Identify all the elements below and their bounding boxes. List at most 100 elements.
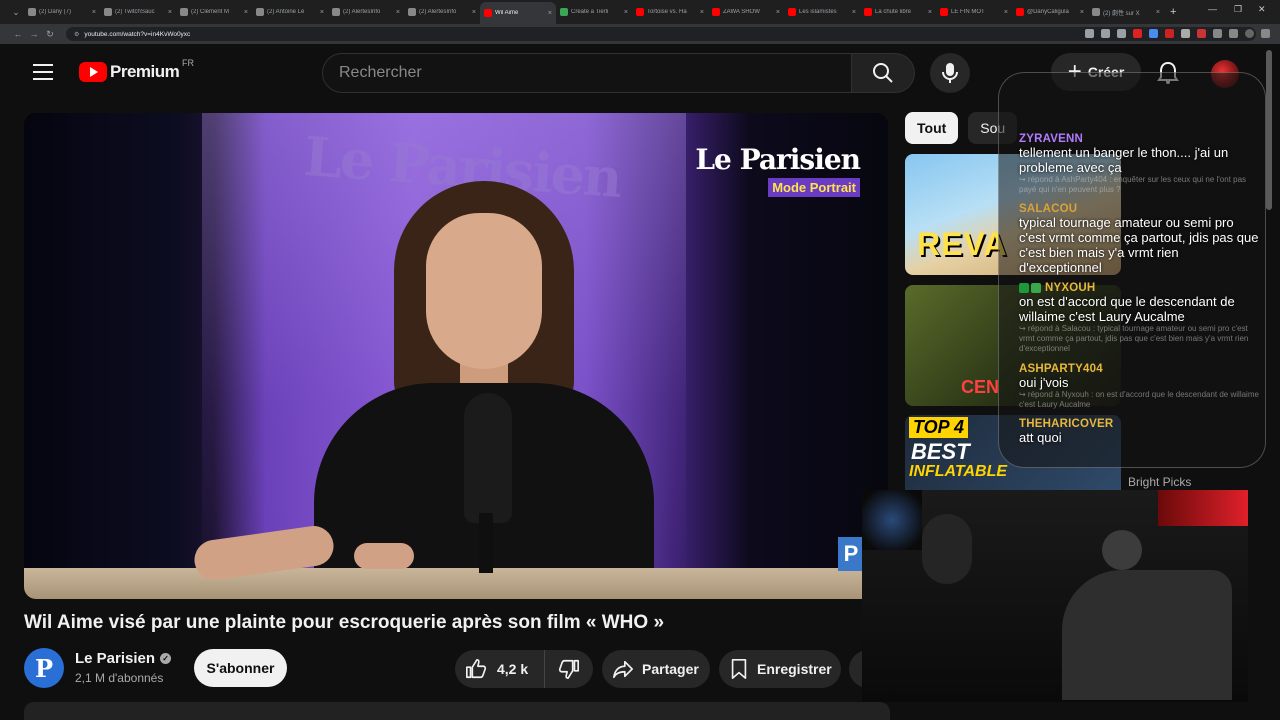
- extension-shield-icon[interactable]: [1181, 29, 1190, 38]
- tab-title: (2) 劇性 sur X: [1103, 10, 1140, 17]
- tab-close-icon[interactable]: ×: [168, 9, 172, 16]
- tab-title: (2) Clément M: [191, 9, 230, 15]
- browser-tab[interactable]: (2) TwitchSauc ×: [100, 3, 176, 21]
- browser-tab[interactable]: LE FIN MOT ×: [936, 3, 1012, 21]
- site-info-icon[interactable]: ⚙: [74, 31, 79, 38]
- youtube-premium-logo[interactable]: Premium FR: [79, 58, 194, 82]
- tab-favicon-icon: [104, 8, 112, 16]
- browser-tab[interactable]: Tortoise vs. Ha ×: [632, 3, 708, 21]
- watermark-tag: Mode Portrait: [768, 178, 860, 197]
- maximize-icon[interactable]: ❐: [1234, 4, 1242, 15]
- tab-favicon-icon: [788, 8, 796, 16]
- browser-tab[interactable]: (2) 劇性 sur X ×: [1088, 3, 1164, 21]
- dislike-button[interactable]: [545, 658, 593, 680]
- chat-message: THEHARICOVER att quoi: [1019, 418, 1259, 445]
- like-button[interactable]: 4,2 k: [455, 650, 545, 688]
- tab-close-icon[interactable]: ×: [700, 9, 704, 16]
- extension-youtube-icon[interactable]: [1165, 29, 1174, 38]
- share-button[interactable]: Partager: [602, 650, 710, 688]
- browser-tab[interactable]: Wil Aime ×: [480, 2, 556, 24]
- chat-text: tellement un banger le thon.... j'ai un …: [1019, 145, 1229, 175]
- back-icon[interactable]: ←: [10, 29, 26, 39]
- recommended-channel-name[interactable]: Bright Picks: [1128, 475, 1191, 489]
- desk: [24, 568, 888, 599]
- tab-favicon-icon: [1016, 8, 1024, 16]
- tab-favicon-icon: [484, 9, 492, 17]
- browser-tab[interactable]: ZAWA SHOW ×: [708, 3, 784, 21]
- browser-tab[interactable]: (2) Antoine Lé ×: [252, 3, 328, 21]
- save-button[interactable]: Enregistrer: [719, 650, 841, 688]
- browser-tab[interactable]: Create a Tierli ×: [556, 3, 632, 21]
- tab-title: Create a Tierli: [571, 9, 609, 15]
- channel-avatar[interactable]: P: [24, 648, 64, 688]
- tab-close-icon[interactable]: ×: [548, 10, 552, 17]
- reload-icon[interactable]: ↻: [42, 29, 58, 40]
- bookmark-star-icon[interactable]: [1117, 29, 1126, 38]
- tab-close-icon[interactable]: ×: [244, 9, 248, 16]
- chat-message: SALACOU typical tournage amateur ou semi…: [1019, 203, 1259, 275]
- tab-close-icon[interactable]: ×: [472, 9, 476, 16]
- browser-tab[interactable]: (2) AlertesInfo ×: [404, 3, 480, 21]
- tab-close-icon[interactable]: ×: [320, 9, 324, 16]
- cast-icon[interactable]: [1101, 29, 1110, 38]
- extension-ublock-icon[interactable]: [1197, 29, 1206, 38]
- tab-close-icon[interactable]: ×: [1080, 9, 1084, 16]
- voice-search-button[interactable]: [930, 53, 970, 93]
- address-bar[interactable]: ⚙ youtube.com/watch?v=in4KvWo0yxc: [66, 27, 1256, 41]
- browser-menu-icon[interactable]: [1261, 29, 1270, 38]
- forward-icon[interactable]: →: [26, 29, 42, 39]
- page-scrollbar[interactable]: [1266, 50, 1272, 210]
- tab-title: Tortoise vs. Ha: [647, 9, 687, 15]
- extension-blue-icon[interactable]: [1149, 29, 1158, 38]
- zoom-icon[interactable]: [1085, 29, 1094, 38]
- tab-title: Les islamistes: [799, 9, 837, 15]
- new-tab-button[interactable]: +: [1170, 6, 1176, 18]
- channel-name[interactable]: Le Parisien: [75, 650, 155, 667]
- tab-close-icon[interactable]: ×: [1156, 9, 1160, 16]
- browser-tab[interactable]: La chute libre ×: [860, 3, 936, 21]
- tab-favicon-icon: [560, 8, 568, 16]
- menu-icon[interactable]: [33, 64, 53, 80]
- chat-message: NYXOUH on est d'accord que le descendant…: [1019, 282, 1259, 354]
- browser-tab[interactable]: @DanyCaligula ×: [1012, 3, 1088, 21]
- video-title: Wil Aime visé par une plainte pour escro…: [24, 612, 665, 633]
- channel-watermark: Le Parisien Mode Portrait: [695, 143, 861, 197]
- browser-tab[interactable]: (2) Dany (7) ×: [24, 3, 100, 21]
- tab-title: (2) TwitchSauc: [115, 9, 155, 15]
- browser-tab[interactable]: (2) AlertesInfo ×: [328, 3, 404, 21]
- profile-icon[interactable]: [1245, 29, 1254, 38]
- search-box[interactable]: [322, 53, 852, 93]
- tab-close-icon[interactable]: ×: [1004, 9, 1008, 16]
- extensions-puzzle-icon[interactable]: [1213, 29, 1222, 38]
- tab-title: (2) AlertesInfo: [343, 9, 381, 15]
- tab-close-icon[interactable]: ×: [396, 9, 400, 16]
- browser-tab[interactable]: Les islamistes ×: [784, 3, 860, 21]
- verified-icon: ✓: [160, 653, 172, 664]
- chip-all[interactable]: Tout: [905, 112, 959, 144]
- search-input[interactable]: [339, 64, 851, 82]
- tab-groups-icon[interactable]: [1229, 29, 1238, 38]
- chat-username: THEHARICOVER: [1019, 418, 1114, 430]
- tab-title: Wil Aime: [495, 10, 519, 16]
- tab-close-icon[interactable]: ×: [928, 9, 932, 16]
- subscribe-button[interactable]: S'abonner: [194, 649, 287, 687]
- search-button[interactable]: [851, 53, 915, 93]
- channel-name-row[interactable]: Le Parisien ✓: [75, 650, 172, 667]
- browser-tab[interactable]: (2) Clément M ×: [176, 3, 252, 21]
- tab-close-icon[interactable]: ×: [852, 9, 856, 16]
- thumbnail-overlay-text: BEST: [911, 439, 970, 464]
- tab-search-icon[interactable]: ⌄: [8, 7, 24, 18]
- tab-close-icon[interactable]: ×: [92, 9, 96, 16]
- close-window-icon[interactable]: ✕: [1258, 4, 1266, 15]
- chat-text: on est d'accord que le descendant de wil…: [1019, 294, 1235, 324]
- minimize-icon[interactable]: —: [1208, 4, 1217, 14]
- like-count: 4,2 k: [497, 661, 529, 677]
- extension-red-icon[interactable]: [1133, 29, 1142, 38]
- chat-username: ASHPARTY404: [1019, 363, 1103, 375]
- description-box[interactable]: [24, 702, 890, 720]
- video-player[interactable]: Le Parisien Le Parisien Mode Portrait P: [24, 113, 888, 599]
- tab-close-icon[interactable]: ×: [776, 9, 780, 16]
- tab-close-icon[interactable]: ×: [624, 9, 628, 16]
- chat-username: NYXOUH: [1045, 282, 1096, 294]
- share-label: Partager: [642, 661, 699, 677]
